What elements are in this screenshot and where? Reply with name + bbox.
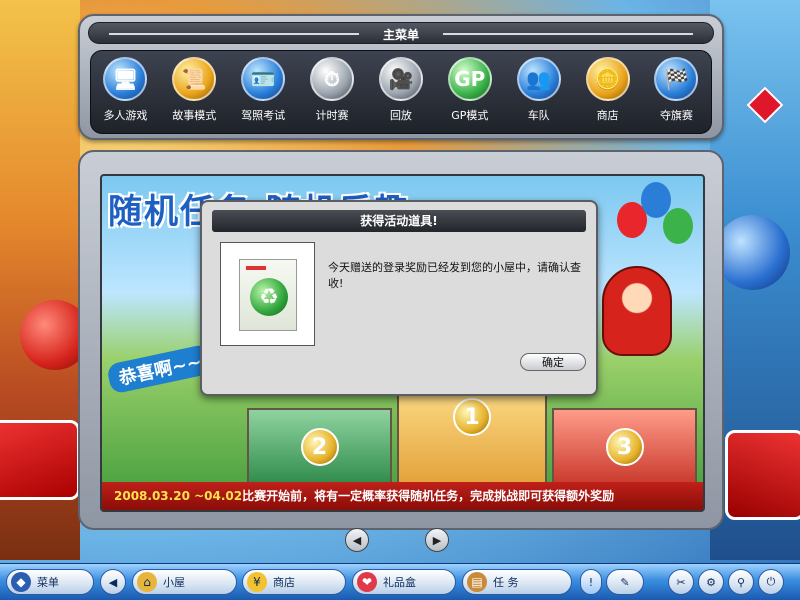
balloon [663, 208, 693, 244]
dialog-title: 获得活动道具! [212, 210, 586, 232]
power-icon: ⏻ [766, 575, 776, 588]
menu-item-time-trial[interactable]: ⏱ 计时赛 [299, 57, 365, 133]
menu-label: 商店 [596, 109, 619, 122]
item-tool-button[interactable]: ✎ [606, 569, 644, 595]
blue-character-decoration [715, 215, 790, 290]
main-menu-title: 主菜单 [382, 28, 419, 42]
shop-button-label: 商店 [273, 576, 295, 589]
settings-button[interactable]: ✂ [668, 569, 694, 595]
menu-label: 驾照考试 [241, 109, 286, 122]
balloons-decoration [617, 182, 697, 272]
confirm-button[interactable]: 确定 [520, 353, 586, 371]
banner-footer-text: 比赛开始前，将有一定概率获得随机任务，完成挑战即可获得额外奖励 [242, 489, 615, 503]
stopwatch-icon: ⏱ [310, 57, 355, 101]
scroll-icon: 📜 [172, 57, 217, 101]
coin-icon: ¥ [247, 572, 267, 592]
house-icon: ⌂ [137, 572, 157, 592]
menu-button-label: 菜单 [37, 576, 59, 589]
medal-2: 2 [300, 428, 339, 466]
exit-button[interactable]: ⏻ [758, 569, 784, 595]
podium-third: 3 [552, 408, 697, 488]
menu-item-gp-mode[interactable]: GP GP模式 [437, 57, 503, 133]
menu-item-license-test[interactable]: 🪪 驾照考试 [230, 57, 296, 133]
back-button[interactable]: ◀ [100, 569, 126, 595]
mascot-character [602, 266, 672, 356]
gold-coin-icon: 🪙 [585, 57, 630, 101]
menu-label: 车队 [527, 109, 550, 122]
gear-icon: ⚙ [706, 575, 716, 589]
dialog-message: 今天赠送的登录奖励已经发到您的小屋中，请确认查收! [328, 261, 581, 290]
options-button[interactable]: ⚙ [698, 569, 724, 595]
menu-label: 故事模式 [172, 109, 217, 122]
task-button[interactable]: ▤ 任 务 [462, 569, 572, 595]
search-button[interactable]: ⚲ [728, 569, 754, 595]
search-icon: ⚲ [736, 575, 746, 589]
menu-label: GP模式 [451, 109, 489, 122]
gift-icon: ❤ [357, 572, 377, 592]
menu-label: 夺旗赛 [659, 109, 693, 122]
menu-item-team[interactable]: 👥 车队 [506, 57, 572, 133]
team-icon: 👥 [516, 57, 561, 101]
shop-button[interactable]: ¥ 商店 [242, 569, 346, 595]
main-menu-strip: 🖥 多人游戏 📜 故事模式 🪪 驾照考试 ⏱ 计时赛 🎥 回放 GP GP模式 … [90, 50, 712, 134]
prev-page-button[interactable]: ◀ [345, 528, 369, 552]
wrench-icon: ✂ [676, 575, 686, 589]
menu-label: 计时赛 [315, 109, 349, 122]
recycle-icon: ♻ [250, 278, 288, 316]
menu-item-capture-flag[interactable]: 🏁 夺旗赛 [643, 57, 709, 133]
banner-subtitle: 恭喜啊~~ [106, 343, 215, 395]
camera-replay-icon: 🎥 [378, 57, 423, 101]
kart-decoration-left [0, 420, 80, 500]
house-button[interactable]: ⌂ 小屋 [132, 569, 237, 595]
taskbar: ◆ 菜单 ◀ ⌂ 小屋 ¥ 商店 ❤ 礼品盒 ▤ 任 务 ! ✎ ✂ ⚙ ⚲ ⏻ [0, 563, 800, 600]
wand-icon: ✎ [620, 575, 630, 589]
reward-dialog: 获得活动道具! ♻ 今天赠送的登录奖励已经发到您的小屋中，请确认查收! 确定 [200, 200, 598, 396]
globe-monitor-icon: 🖥 [103, 57, 148, 101]
next-page-button[interactable]: ▶ [425, 528, 449, 552]
banner-footer: 2008.03.20 ~04.02比赛开始前，将有一定概率获得随机任务，完成挑战… [102, 482, 703, 510]
reward-item-frame: ♻ [220, 242, 315, 346]
gp-badge-icon: GP [447, 57, 492, 101]
alert-icon: ! [588, 575, 594, 589]
menu-label: 多人游戏 [103, 109, 148, 122]
license-card-icon: 🪪 [241, 57, 286, 101]
podium-second: 2 [247, 408, 392, 488]
start-icon: ◆ [11, 572, 31, 592]
medal-3: 3 [605, 428, 644, 466]
main-menu-panel: 主菜单 🖥 多人游戏 📜 故事模式 🪪 驾照考试 ⏱ 计时赛 🎥 回放 GP G… [78, 14, 724, 140]
gift-box-button-label: 礼品盒 [383, 576, 416, 589]
task-button-label: 任 务 [493, 576, 519, 589]
menu-item-replay[interactable]: 🎥 回放 [368, 57, 434, 133]
menu-item-story-mode[interactable]: 📜 故事模式 [161, 57, 227, 133]
notification-button[interactable]: ! [580, 569, 602, 595]
reward-item-card: ♻ [239, 259, 297, 331]
menu-button[interactable]: ◆ 菜单 [6, 569, 94, 595]
menu-label: 回放 [389, 109, 412, 122]
kart-decoration-right [725, 430, 800, 520]
banner-footer-date: 2008.03.20 ~04.02 [114, 489, 243, 503]
back-arrow-icon: ◀ [108, 575, 118, 589]
menu-item-multiplayer[interactable]: 🖥 多人游戏 [92, 57, 158, 133]
book-icon: ▤ [467, 572, 487, 592]
menu-item-shop[interactable]: 🪙 商店 [575, 57, 641, 133]
medal-1: 1 [453, 398, 491, 436]
main-menu-title-bar: 主菜单 [88, 22, 714, 44]
gift-box-button[interactable]: ❤ 礼品盒 [352, 569, 456, 595]
flag-icon: 🏁 [654, 57, 699, 101]
house-button-label: 小屋 [163, 576, 185, 589]
